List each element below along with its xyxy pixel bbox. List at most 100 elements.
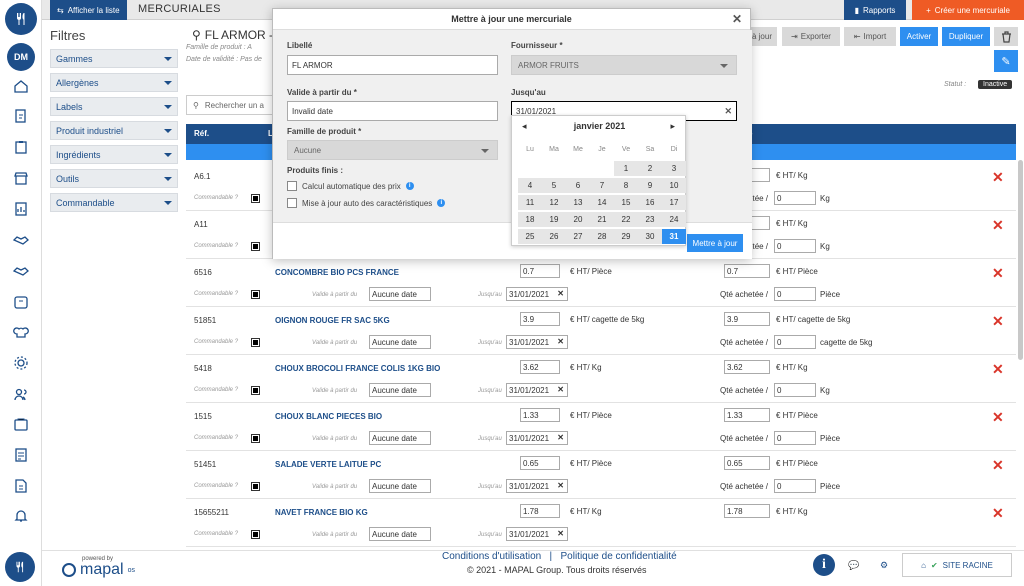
delete-icon[interactable]: ✕	[992, 169, 1004, 186]
info-icon[interactable]: i	[437, 199, 446, 207]
supplier-select[interactable]: ARMOR FRUITS	[511, 55, 737, 75]
clear-date-icon[interactable]: ✕	[557, 337, 564, 346]
terms-link[interactable]: Conditions d'utilisation	[442, 551, 541, 562]
clear-date-icon[interactable]: ✕	[557, 481, 564, 490]
price-input[interactable]: 3.9	[520, 312, 560, 326]
auto-price-checkbox[interactable]	[287, 181, 297, 191]
info-button[interactable]: i	[812, 553, 836, 577]
calendar-day[interactable]: 9	[638, 178, 662, 193]
info-icon[interactable]: i	[405, 182, 414, 190]
qty-input[interactable]: 0	[774, 479, 816, 493]
chef-hat-icon[interactable]	[13, 324, 29, 340]
orderable-checkbox[interactable]	[251, 194, 260, 203]
qty-input[interactable]: 0	[774, 335, 816, 349]
submit-update-button[interactable]: Mettre à jour	[687, 234, 743, 252]
duplicate-button[interactable]: Dupliquer	[942, 27, 990, 46]
site-racine-button[interactable]: ⌂ ✔ SITE RACINE	[902, 553, 1012, 577]
chat-button[interactable]: 💬	[842, 553, 866, 577]
table-row[interactable]: 1515 CHOUX BLANC PIECES BIO Commandable ? V…	[186, 403, 1016, 451]
invoice-icon[interactable]	[13, 447, 29, 463]
activate-button[interactable]: Activer	[900, 27, 938, 46]
calendar-day[interactable]: 13	[566, 195, 590, 210]
privacy-link[interactable]: Politique de confidentialité	[561, 551, 677, 562]
filter-5[interactable]: Outils	[50, 169, 178, 188]
calendar-day[interactable]: 1	[614, 161, 638, 176]
calendar-day[interactable]: 20	[566, 212, 590, 227]
calendar-day[interactable]: 18	[518, 212, 542, 227]
handshake-icon[interactable]	[13, 232, 29, 248]
table-row[interactable]: 51451 SALADE VERTE LAITUE PC Commandable ?…	[186, 451, 1016, 499]
calendar-day[interactable]: 28	[590, 229, 614, 244]
home-icon[interactable]	[13, 78, 29, 94]
orderable-checkbox[interactable]	[251, 434, 260, 443]
calendar-day[interactable]: 15	[614, 195, 638, 210]
cart-icon[interactable]	[13, 416, 29, 432]
qty-input[interactable]: 0	[774, 191, 816, 205]
table-row[interactable]: 5418 CHOUX BROCOLI FRANCE COLIS 1KG BIO Co…	[186, 355, 1016, 403]
until-input[interactable]: 31/01/2021 ✕	[506, 479, 568, 493]
until-input[interactable]: 31/01/2021 ✕	[506, 335, 568, 349]
next-month-icon[interactable]: ▸	[670, 121, 675, 132]
delete-icon[interactable]: ✕	[992, 217, 1004, 234]
price-input-2[interactable]: 0.65	[724, 456, 770, 470]
orderable-checkbox[interactable]	[251, 482, 260, 491]
trash-button[interactable]	[994, 27, 1018, 46]
document-edit-icon[interactable]	[13, 108, 29, 124]
orderable-checkbox[interactable]	[251, 338, 260, 347]
calendar-day[interactable]: 21	[590, 212, 614, 227]
valid-from-field[interactable]: Invalid date	[287, 101, 498, 121]
clear-date-icon[interactable]: ✕	[557, 529, 564, 538]
price-input[interactable]: 0.7	[520, 264, 560, 278]
show-list-button[interactable]: ⇆ Afficher la liste	[50, 0, 127, 20]
filter-6[interactable]: Commandable	[50, 193, 178, 212]
create-mercuriale-button[interactable]: + Créer une mercuriale	[912, 0, 1024, 20]
bell-icon[interactable]	[13, 508, 29, 524]
clipboard-icon[interactable]	[13, 139, 29, 155]
delete-icon[interactable]: ✕	[992, 409, 1004, 426]
calendar-day[interactable]: 23	[638, 212, 662, 227]
valid-from-input[interactable]: Aucune date	[369, 479, 431, 493]
qty-input[interactable]: 0	[774, 287, 816, 301]
calendar-day[interactable]: 5	[542, 178, 566, 193]
filter-3[interactable]: Produit industriel	[50, 121, 178, 140]
handshake-alt-icon[interactable]	[13, 263, 29, 279]
delete-icon[interactable]: ✕	[992, 457, 1004, 474]
store-icon[interactable]	[13, 170, 29, 186]
until-input[interactable]: 31/01/2021 ✕	[506, 287, 568, 301]
import-button[interactable]: ⇤ Import	[844, 27, 896, 46]
calendar-day[interactable]: 16	[638, 195, 662, 210]
filter-0[interactable]: Gammes	[50, 49, 178, 68]
delete-icon[interactable]: ✕	[992, 361, 1004, 378]
calendar-day[interactable]: 6	[566, 178, 590, 193]
price-input-2[interactable]: 1.33	[724, 408, 770, 422]
app-logo-icon[interactable]	[5, 3, 37, 35]
reports-button[interactable]: ▮ Rapports	[844, 0, 906, 20]
table-row[interactable]: 6516 CONCOMBRE BIO PCS FRANCE Commandable …	[186, 259, 1016, 307]
libelle-field[interactable]: FL ARMOR	[287, 55, 498, 75]
row-product-name[interactable]: OIGNON ROUGE FR SAC 5KG	[275, 316, 390, 325]
clear-date-icon[interactable]: ✕	[724, 106, 732, 117]
price-input[interactable]: 3.62	[520, 360, 560, 374]
valid-from-input[interactable]: Aucune date	[369, 431, 431, 445]
row-product-name[interactable]: CHOUX BROCOLI FRANCE COLIS 1KG BIO	[275, 364, 440, 373]
calendar-day[interactable]: 10	[662, 178, 686, 193]
until-input[interactable]: 31/01/2021 ✕	[506, 383, 568, 397]
calendar-day[interactable]: 7	[590, 178, 614, 193]
table-row[interactable]: 15655211 NAVET FRANCE BIO KG Commandable ?…	[186, 499, 1016, 547]
valid-from-input[interactable]: Aucune date	[369, 335, 431, 349]
orderable-checkbox[interactable]	[251, 386, 260, 395]
support-button[interactable]: ⚙	[872, 553, 896, 577]
calendar-day[interactable]: 19	[542, 212, 566, 227]
family-select[interactable]: Aucune	[287, 140, 498, 160]
calendar-day[interactable]: 26	[542, 229, 566, 244]
orderable-checkbox[interactable]	[251, 530, 260, 539]
user-avatar[interactable]: DM	[7, 43, 35, 71]
calendar-day[interactable]: 11	[518, 195, 542, 210]
price-input-2[interactable]: 3.62	[724, 360, 770, 374]
calendar-day[interactable]: 14	[590, 195, 614, 210]
edit-button[interactable]: ✎	[994, 50, 1018, 72]
clear-date-icon[interactable]: ✕	[557, 433, 564, 442]
filter-2[interactable]: Labels	[50, 97, 178, 116]
valid-from-input[interactable]: Aucune date	[369, 527, 431, 541]
valid-from-input[interactable]: Aucune date	[369, 383, 431, 397]
